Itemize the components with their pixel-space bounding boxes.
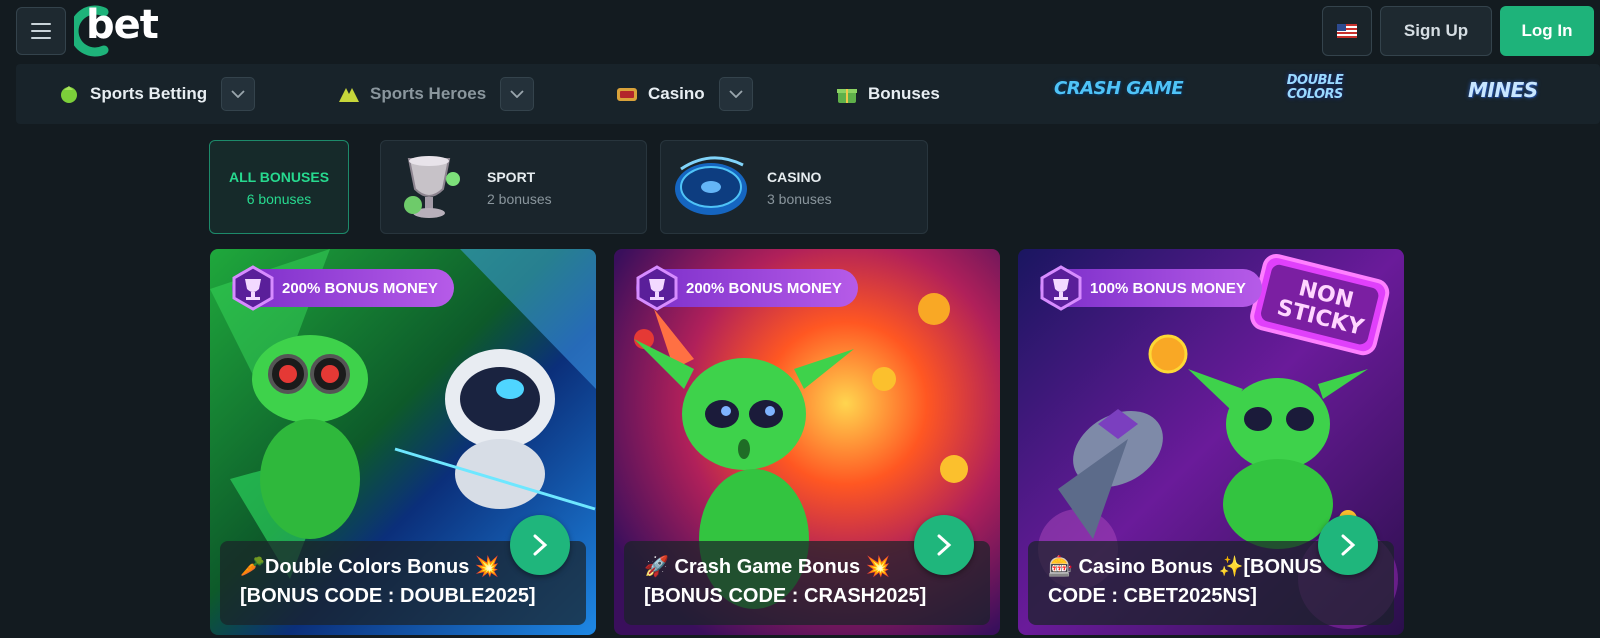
crash-game-logo[interactable]: CRASH GAME xyxy=(1054,78,1184,99)
card-arrow-button[interactable] xyxy=(1318,515,1378,575)
hamburger-line xyxy=(31,37,51,39)
nav-item-casino[interactable]: Casino xyxy=(616,64,753,124)
chevron-down-icon[interactable] xyxy=(221,77,256,111)
log-in-button[interactable]: Log In xyxy=(1500,6,1594,56)
bonus-badge: 100% BONUS MONEY xyxy=(1040,265,1262,311)
trophy-badge-icon xyxy=(232,265,274,311)
sports-ball-icon xyxy=(58,83,80,105)
filter-count: 2 bonuses xyxy=(487,191,552,207)
nav-item-sports-betting[interactable]: Sports Betting xyxy=(58,64,256,124)
chevron-right-icon xyxy=(1341,534,1356,556)
nav-label: Sports Heroes xyxy=(370,84,487,103)
trophy-badge-icon xyxy=(1040,265,1082,311)
slot-icon xyxy=(616,83,638,105)
card-title-line: [BONUS CODE : DOUBLE2025] xyxy=(240,585,536,607)
nav-item-bonuses[interactable]: Bonuses xyxy=(836,64,940,124)
sign-up-button[interactable]: Sign Up xyxy=(1380,6,1492,56)
chevron-down-icon[interactable] xyxy=(500,77,535,111)
nav-item-sports-heroes[interactable]: Sports Heroes xyxy=(338,64,535,124)
bonus-badge: 200% BONUS MONEY xyxy=(636,265,858,311)
top-header: bet Sign Up Log In xyxy=(0,0,1600,64)
bonus-card-crash-game[interactable]: 200% BONUS MONEY 🚀 Crash Game Bonus 💥 [B… xyxy=(614,249,1000,635)
heroes-icon xyxy=(338,83,360,105)
chevron-right-icon xyxy=(937,534,952,556)
filter-count: 3 bonuses xyxy=(767,191,832,207)
filter-casino[interactable]: CASINO 3 bonuses xyxy=(660,140,928,234)
hamburger-menu-button[interactable] xyxy=(16,7,66,55)
us-flag-icon xyxy=(1337,24,1357,38)
chevron-down-icon[interactable] xyxy=(718,77,753,111)
card-arrow-button[interactable] xyxy=(510,515,570,575)
double-colors-logo[interactable]: DOUBLE COLORS xyxy=(1280,74,1350,102)
mines-logo[interactable]: MINES xyxy=(1468,78,1538,102)
hamburger-line xyxy=(31,30,51,32)
badge-text: 200% BONUS MONEY xyxy=(282,279,438,297)
bonus-card-casino[interactable]: NON STICKY 100% BONUS MONEY 🎰 Casino Bon… xyxy=(1018,249,1404,635)
card-title-line: CODE : CBET2025NS] xyxy=(1048,585,1257,607)
filter-count: 6 bonuses xyxy=(246,191,312,207)
hamburger-line xyxy=(31,23,51,25)
chevron-right-icon xyxy=(533,534,548,556)
trophy-icon xyxy=(404,156,460,218)
filter-title: SPORT xyxy=(487,169,536,185)
trophy-badge-icon xyxy=(636,265,678,311)
nav-label: Casino xyxy=(648,84,705,103)
roulette-icon xyxy=(675,156,747,215)
filter-all-bonuses[interactable]: ALL BONUSES 6 bonuses xyxy=(209,140,349,234)
badge-text: 100% BONUS MONEY xyxy=(1090,279,1246,297)
gift-icon xyxy=(836,83,858,105)
bonus-card-double-colors[interactable]: 200% BONUS MONEY 🥕Double Colors Bonus 💥 … xyxy=(210,249,596,635)
filter-sport[interactable]: SPORT 2 bonuses xyxy=(380,140,647,234)
bonus-badge: 200% BONUS MONEY xyxy=(232,265,454,311)
card-arrow-button[interactable] xyxy=(914,515,974,575)
main-nav: Sports Betting Sports Heroes Casino Bonu… xyxy=(16,64,1600,124)
filter-title: ALL BONUSES xyxy=(228,169,330,185)
filter-title: CASINO xyxy=(767,169,822,185)
badge-text: 200% BONUS MONEY xyxy=(686,279,842,297)
language-button[interactable] xyxy=(1322,6,1372,56)
nav-label: Sports Betting xyxy=(90,84,208,103)
nav-label: Bonuses xyxy=(868,84,940,103)
card-title-line: [BONUS CODE : CRASH2025] xyxy=(644,585,927,607)
logo-text: bet xyxy=(86,2,159,48)
